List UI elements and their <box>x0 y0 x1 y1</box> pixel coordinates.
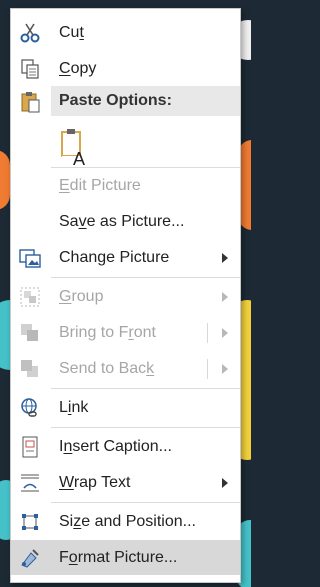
clipboard-icon <box>21 92 40 113</box>
menu-item-save-as-picture[interactable]: Save as Picture... <box>11 204 240 239</box>
change-picture-icon <box>19 249 41 268</box>
group-icon <box>20 287 40 307</box>
menu-item-label: Wrap Text <box>59 474 131 491</box>
menu-item-label: Link <box>59 399 89 416</box>
menu-item-label: Save as Picture... <box>59 213 185 230</box>
svg-text:A: A <box>73 149 85 167</box>
menu-item-label: Change Picture <box>59 249 170 266</box>
submenu-arrow-icon <box>222 478 228 488</box>
paste-options-header: Paste Options: <box>51 86 240 116</box>
link-icon <box>21 398 37 417</box>
size-and-position-icon <box>22 514 38 530</box>
scissors-icon <box>20 23 40 43</box>
bring-to-front-icon <box>21 324 38 341</box>
wrap-text-icon <box>21 474 39 492</box>
copy-icon <box>21 59 39 79</box>
menu-item-label: Send to Back <box>59 360 155 377</box>
menu-item-copy[interactable]: Copy <box>11 51 240 86</box>
menu-item-label: Insert Caption... <box>59 438 172 455</box>
menu-item-wrap-text[interactable]: Wrap Text <box>11 465 240 500</box>
menu-item-insert-caption[interactable]: Insert Caption... <box>11 429 240 464</box>
menu-item-cut[interactable]: Cut <box>11 15 240 50</box>
context-menu: Cut Copy Paste Options: A Edit Picture S… <box>10 8 241 583</box>
submenu-arrow-icon <box>222 364 228 374</box>
menu-item-label: Format Picture... <box>59 549 178 566</box>
menu-item-edit-picture[interactable]: Edit Picture <box>11 168 240 203</box>
submenu-arrow-icon <box>222 328 228 338</box>
menu-item-group[interactable]: Group <box>11 279 240 314</box>
submenu-arrow-icon <box>222 253 228 263</box>
menu-item-format-picture[interactable]: Format Picture... <box>11 540 240 575</box>
menu-item-label: Copy <box>59 60 97 77</box>
menu-item-link[interactable]: Link <box>11 390 240 425</box>
menu-item-change-picture[interactable]: Change Picture <box>11 240 240 275</box>
send-to-back-icon <box>21 360 38 377</box>
menu-item-send-to-back[interactable]: Send to Back <box>11 351 240 386</box>
menu-item-label: Bring to Front <box>59 324 156 341</box>
menu-item-bring-to-front[interactable]: Bring to Front <box>11 315 240 350</box>
menu-item-label: Size and Position... <box>59 513 196 530</box>
paste-keep-text-only-button[interactable]: A <box>59 127 93 167</box>
format-picture-icon <box>21 549 39 568</box>
submenu-arrow-icon <box>222 292 228 302</box>
menu-item-label: Group <box>59 288 104 305</box>
insert-caption-icon <box>22 436 38 458</box>
menu-item-label: Edit Picture <box>59 177 141 194</box>
menu-item-size-and-position[interactable]: Size and Position... <box>11 504 240 539</box>
menu-item-label: Cut <box>59 24 84 41</box>
